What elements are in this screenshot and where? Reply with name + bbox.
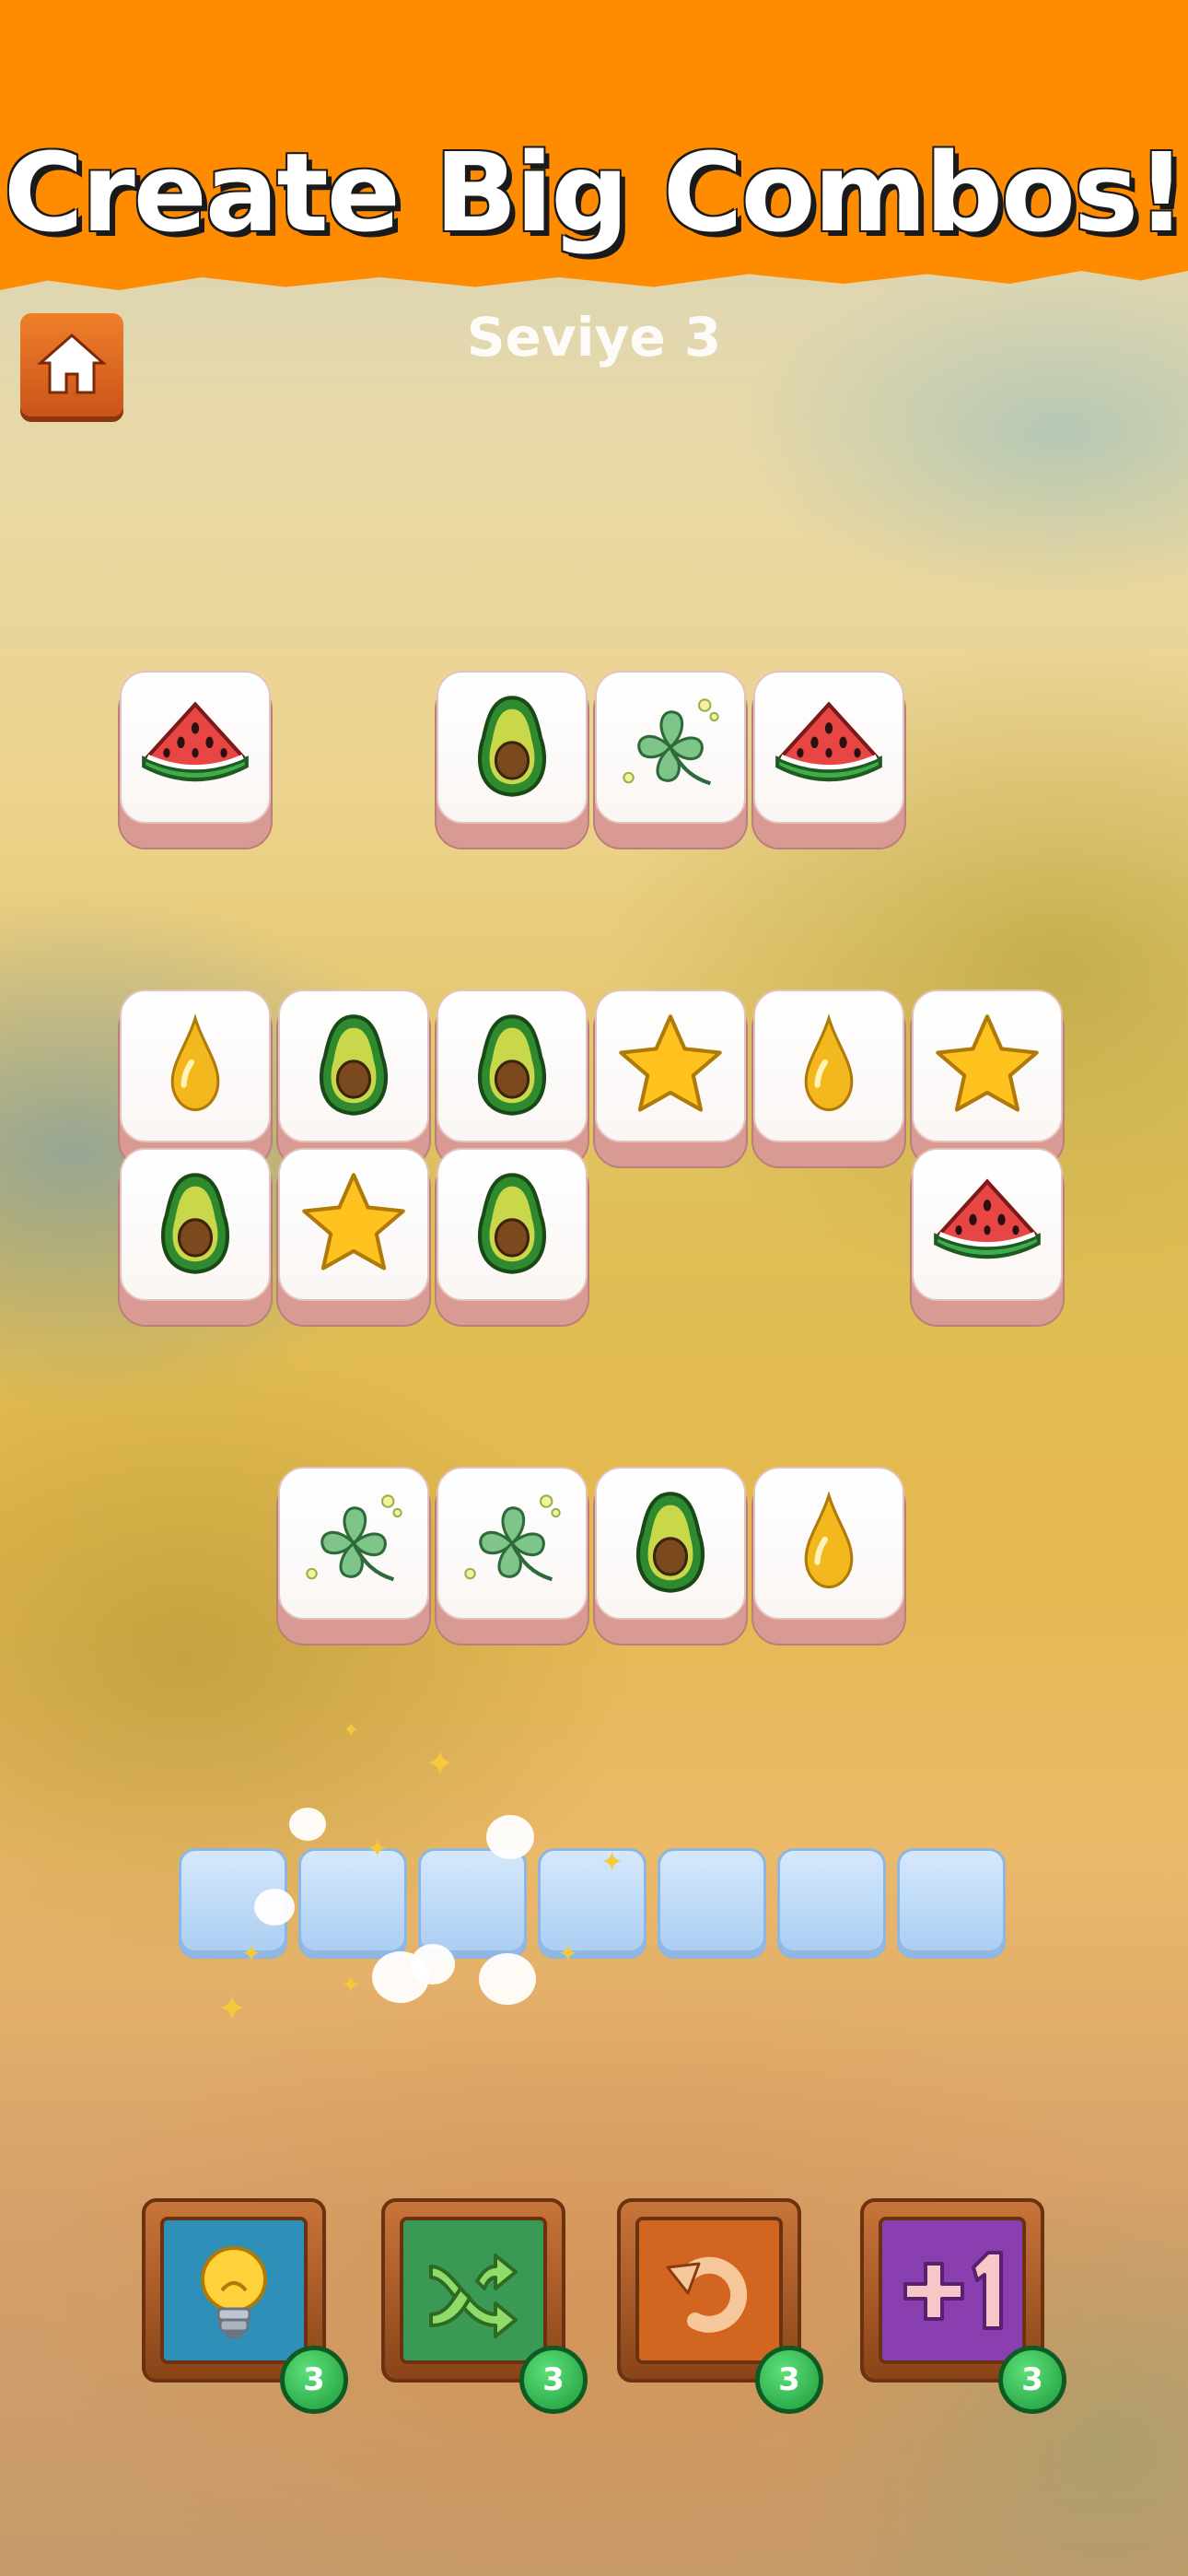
star-icon (930, 1009, 1044, 1123)
board-tile[interactable] (276, 1467, 431, 1645)
board-tile[interactable] (751, 671, 906, 849)
board-tile[interactable] (276, 1148, 431, 1327)
lightbulb-icon (201, 2246, 267, 2338)
sparkle-icon: ✦ (343, 1719, 360, 1742)
undo-booster-button[interactable]: 3 (617, 2198, 823, 2414)
booster-panel (635, 2217, 783, 2364)
booster-count-badge: 3 (519, 2346, 588, 2414)
watermelon-icon (930, 1167, 1044, 1282)
clover-icon (613, 690, 728, 804)
board-tile[interactable] (118, 671, 273, 849)
smoke-puff (486, 1815, 534, 1859)
sparkle-icon: ✦ (241, 1940, 262, 1968)
avocado-icon (455, 1167, 569, 1282)
promo-title: Create Big Combos! (3, 129, 1186, 256)
avocado-icon (455, 690, 569, 804)
sparkle-icon: ✦ (425, 1743, 455, 1784)
board-tile[interactable] (910, 989, 1065, 1168)
smoke-puff (479, 1953, 536, 2005)
board-tile[interactable] (593, 671, 748, 849)
tray-slot[interactable] (897, 1848, 1006, 1959)
undo-icon (666, 2256, 748, 2333)
board-tile[interactable] (276, 989, 431, 1168)
avocado-icon (613, 1486, 728, 1600)
avocado-icon (138, 1167, 252, 1282)
oil-drop-icon (772, 1009, 886, 1123)
tray-slot[interactable] (298, 1848, 407, 1959)
board-tile[interactable] (435, 989, 589, 1168)
board-tile[interactable] (435, 1467, 589, 1645)
clover-icon (297, 1486, 411, 1600)
sparkle-icon: ✦ (341, 1972, 361, 1999)
booster-panel (160, 2217, 308, 2364)
star-icon (613, 1009, 728, 1123)
board-tile[interactable] (435, 671, 589, 849)
sparkle-icon: ✦ (558, 1940, 578, 1968)
board-tile[interactable] (751, 989, 906, 1168)
booster-count-badge: 3 (755, 2346, 823, 2414)
board-tile[interactable] (593, 1467, 748, 1645)
tray-slot[interactable] (538, 1848, 646, 1959)
tray-slot[interactable] (777, 1848, 886, 1959)
board-tile[interactable] (118, 989, 273, 1168)
level-title: Seviye 3 (466, 306, 722, 369)
home-icon (37, 333, 107, 394)
board-tile[interactable] (910, 1148, 1065, 1327)
clover-icon (455, 1486, 569, 1600)
plus-one-icon (903, 2251, 1003, 2330)
star-icon (297, 1167, 411, 1282)
home-button[interactable] (20, 313, 123, 416)
extra-slot-booster-button[interactable]: 3 (860, 2198, 1066, 2414)
tray-slot[interactable] (418, 1848, 527, 1959)
sparkle-icon: ✦ (600, 1846, 624, 1879)
oil-drop-icon (772, 1486, 886, 1600)
booster-count-badge: 3 (280, 2346, 348, 2414)
smoke-puff (254, 1889, 295, 1926)
board-tile[interactable] (593, 989, 748, 1168)
watermelon-icon (138, 690, 252, 804)
smoke-puff (411, 1944, 455, 1985)
board-tile[interactable] (435, 1148, 589, 1327)
shuffle-booster-button[interactable]: 3 (381, 2198, 588, 2414)
shuffle-icon (429, 2254, 518, 2338)
tray-slot[interactable] (658, 1848, 766, 1959)
avocado-icon (455, 1009, 569, 1123)
smoke-puff (289, 1808, 326, 1841)
booster-panel (879, 2217, 1026, 2364)
avocado-icon (297, 1009, 411, 1123)
booster-count-badge: 3 (998, 2346, 1066, 2414)
board-tile[interactable] (118, 1148, 273, 1327)
hint-booster-button[interactable]: 3 (142, 2198, 348, 2414)
booster-panel (400, 2217, 547, 2364)
sparkle-icon: ✦ (217, 1988, 247, 2029)
oil-drop-icon (138, 1009, 252, 1123)
board-tile[interactable] (751, 1467, 906, 1645)
sparkle-icon: ✦ (367, 1833, 389, 1864)
watermelon-icon (772, 690, 886, 804)
